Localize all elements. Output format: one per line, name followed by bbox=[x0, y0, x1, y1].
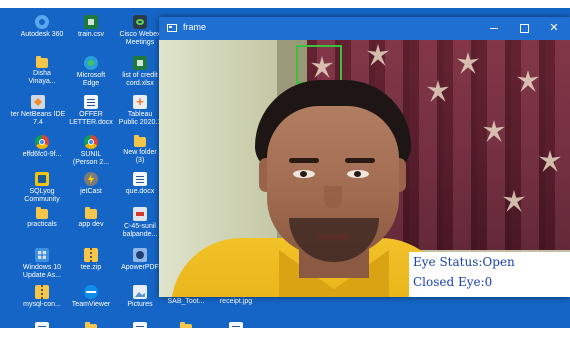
folder-icon bbox=[36, 56, 48, 68]
teamviewer-icon bbox=[84, 285, 98, 299]
desktop-icon-label: Windows 10 Update As... bbox=[22, 264, 62, 279]
zip-file-icon bbox=[84, 248, 98, 262]
curtain-pattern bbox=[517, 70, 539, 92]
desktop-icon-offer-letter[interactable]: OFFER LETTER.docx bbox=[63, 95, 119, 127]
desktop-icon-label: OFFER LETTER.docx bbox=[69, 111, 113, 126]
desktop-icon-effd6fc0[interactable]: effd6fc0-9f... bbox=[14, 135, 70, 159]
curtain-pattern bbox=[503, 190, 525, 212]
desktop-icon-label: ter NetBeans IDE 7.4 bbox=[10, 111, 66, 126]
status-overlay: Eye Status:Open Closed Eye:0 bbox=[409, 252, 570, 297]
curtain-pattern bbox=[367, 44, 389, 66]
desktop-icon-label: app dev bbox=[78, 221, 104, 228]
desktop-icon-label: effd6fc0-9f... bbox=[22, 151, 62, 158]
window-title: frame bbox=[183, 22, 207, 32]
windows-update-icon bbox=[35, 248, 49, 262]
person-nose bbox=[324, 186, 342, 208]
word-file-icon bbox=[133, 172, 147, 186]
excel-file-icon bbox=[133, 56, 147, 70]
curtain-pattern bbox=[457, 52, 479, 74]
minimize-button[interactable] bbox=[479, 17, 509, 40]
pdf-app-icon bbox=[133, 248, 147, 262]
desktop-icon-microsoft-edge[interactable]: Microsoft Edge bbox=[63, 56, 119, 88]
desktop-icon-label: Microsoft Edge bbox=[76, 72, 106, 87]
desktop-icon-netbeans[interactable]: ter NetBeans IDE 7.4 bbox=[6, 95, 70, 127]
desktop-icon-train-csv[interactable]: train.csv bbox=[63, 15, 119, 39]
person-mouth bbox=[317, 234, 349, 240]
desktop-icon-app-dev[interactable]: app dev bbox=[63, 207, 119, 229]
clipped-top-strip bbox=[0, 0, 570, 8]
window-icon bbox=[167, 24, 177, 32]
closed-eye-count-text: Closed Eye:0 bbox=[413, 275, 493, 289]
close-button[interactable]: ✕ bbox=[539, 17, 569, 40]
desktop-icon-receipt[interactable]: receipt.jpg bbox=[208, 296, 264, 306]
desktop-icon-jetcast[interactable]: jetCast bbox=[63, 172, 119, 196]
gear-icon bbox=[35, 15, 49, 29]
folder-icon bbox=[134, 135, 146, 147]
desktop-icon-sqlyog[interactable]: SQLyog Community bbox=[14, 172, 70, 204]
tableau-icon bbox=[133, 94, 147, 109]
zip-file-icon bbox=[35, 285, 49, 299]
desktop-icon-mysql-con[interactable]: mysql-con... bbox=[14, 285, 70, 309]
desktop-icon-practicals[interactable]: practicals bbox=[14, 207, 70, 229]
desktop-icon-tee-zip[interactable]: tee.zip bbox=[63, 248, 119, 272]
desktop-icon-label: SUNIL (Person 2... bbox=[72, 151, 110, 166]
desktop-icon-windows-update[interactable]: Windows 10 Update As... bbox=[14, 248, 70, 280]
excel-file-icon bbox=[84, 15, 98, 29]
desktop-icon-label: SQLyog Community bbox=[24, 188, 60, 203]
face-detection-box bbox=[296, 45, 342, 84]
desktop-icon-label: practicals bbox=[27, 221, 57, 228]
desktop-icon-label: mysql-con... bbox=[23, 301, 61, 308]
pdf-file-icon bbox=[133, 207, 147, 221]
image-icon bbox=[133, 285, 147, 299]
curtain-pattern bbox=[483, 120, 505, 142]
desktop-icon-label: Disha Vinaya... bbox=[28, 70, 56, 85]
frame-window[interactable]: frame ✕ Eye Status:Open Closed Eye:0 bbox=[159, 17, 570, 297]
person-eyebrow bbox=[345, 158, 375, 163]
curtain-pattern bbox=[427, 80, 449, 102]
desktop-icon-sab-toot[interactable]: SAB_Toot... bbox=[158, 296, 214, 306]
folder-icon bbox=[36, 207, 48, 219]
desktop-icon-label: tee.zip bbox=[80, 264, 102, 271]
jetcast-icon bbox=[84, 172, 98, 186]
netbeans-icon bbox=[31, 95, 45, 109]
camera-feed: Eye Status:Open Closed Eye:0 bbox=[159, 40, 570, 297]
desktop-icon-label: SAB_Toot... bbox=[167, 298, 205, 305]
person-eye bbox=[347, 170, 369, 178]
word-file-icon bbox=[84, 95, 98, 109]
desktop-icon-label: receipt.jpg bbox=[219, 298, 253, 305]
clipped-bottom-strip bbox=[0, 328, 570, 337]
desktop-icon-autodesk-360[interactable]: Autodesk 360 bbox=[14, 15, 70, 39]
eye-status-text: Eye Status:Open bbox=[413, 255, 515, 269]
person-eye bbox=[293, 170, 315, 178]
desktop-icon-disha[interactable]: Disha Vinaya... bbox=[14, 56, 70, 86]
maximize-button[interactable] bbox=[509, 17, 539, 40]
desktop-icon-label: Autodesk 360 bbox=[20, 31, 64, 38]
person-eyebrow bbox=[289, 158, 319, 163]
folder-icon bbox=[85, 207, 97, 219]
curtain-pattern bbox=[539, 150, 561, 172]
desktop-icon-label: train.csv bbox=[77, 31, 105, 38]
desktop-icon-teamviewer[interactable]: TeamViewer bbox=[63, 285, 119, 309]
title-bar[interactable]: frame ✕ bbox=[159, 17, 570, 40]
desktop-icon-label: jetCast bbox=[80, 188, 102, 195]
chrome-icon bbox=[35, 135, 49, 149]
chrome-icon bbox=[84, 135, 98, 149]
desktop-icon-label: TeamViewer bbox=[71, 301, 111, 308]
webex-icon bbox=[133, 15, 147, 29]
sqlyog-icon bbox=[35, 172, 49, 186]
edge-icon bbox=[84, 56, 98, 70]
desktop-icon-sunil[interactable]: SUNIL (Person 2... bbox=[63, 135, 119, 167]
